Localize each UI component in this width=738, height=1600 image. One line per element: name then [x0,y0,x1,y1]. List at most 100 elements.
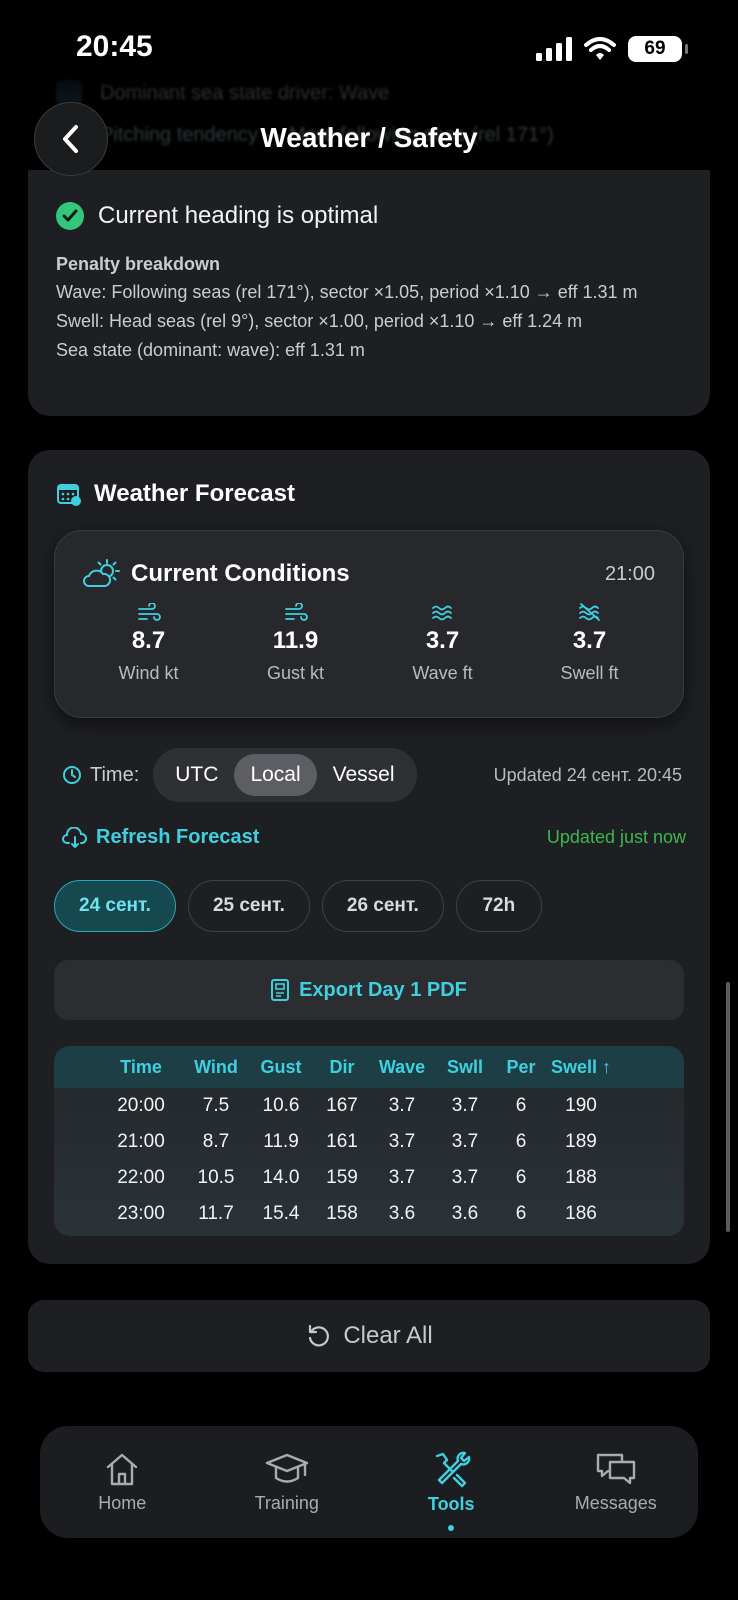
status-bar: 20:45 69 [0,0,738,100]
time-option-local[interactable]: Local [234,754,317,796]
forecast-card: Weather Forecast Current Conditions 21:0… [28,450,710,1264]
cell: 3.7 [451,1131,479,1152]
tab-training[interactable]: Training [217,1451,357,1514]
time-zone-row: Time: UTC Local Vessel Updated 24 сент. … [62,748,682,802]
col-per[interactable]: Per [496,1057,546,1078]
table-row: 22:00 10.5 14.0 159 3.7 3.7 6 188 [54,1160,684,1196]
swell-value: 3.7 [572,627,607,654]
cell: 11.7 [198,1203,234,1224]
col-wind[interactable]: Wind [184,1057,248,1078]
document-icon [271,979,290,1001]
table-header: Time Wind Gust Dir Wave Swll Per Swell ↑ [54,1046,684,1088]
clear-all-button[interactable]: Clear All [28,1300,710,1372]
cell: 3.7 [388,1095,416,1116]
tab-messages[interactable]: Messages [546,1451,686,1514]
refresh-forecast-label: Refresh Forecast [96,826,260,848]
cell: 7.5 [202,1095,230,1116]
time-label: Time: [62,764,139,787]
cell: 6 [515,1167,527,1188]
cell: 10.6 [262,1095,300,1116]
tools-icon [436,1451,471,1487]
forecast-header: Weather Forecast [56,480,295,508]
metrics-row: 8.7 Wind kt 11.9 Gust kt 3.7 Wave ft 3.7… [75,603,663,684]
cell: 186 [565,1203,597,1224]
gust-icon [284,603,308,621]
check-circle-icon [56,202,84,230]
swell-label: Swell ft [560,663,619,683]
current-conditions-time: 21:00 [604,563,655,585]
cell: 23:00 [117,1203,165,1224]
cell: 21:00 [117,1131,165,1152]
cell: 189 [565,1131,597,1152]
forecast-title: Weather Forecast [94,480,295,507]
table-row: 21:00 8.7 11.9 161 3.7 3.7 6 189 [54,1124,684,1160]
calendar-icon [57,484,81,506]
clock-icon [63,766,81,784]
current-conditions-header: Current Conditions [83,559,350,589]
refresh-forecast-button[interactable]: Refresh Forecast [62,826,259,849]
metric-gust: 11.9 Gust kt [222,603,369,684]
current-conditions: Current Conditions 21:00 8.7 Wind kt 11.… [54,530,684,718]
day-chip-72h[interactable]: 72h [455,880,542,932]
time-label-text: Time: [90,763,140,786]
cell: 3.7 [451,1095,479,1116]
col-swell-dir[interactable]: Swell ↑ [546,1057,616,1078]
cell: 190 [565,1095,597,1116]
signal-icon [536,37,572,61]
col-gust[interactable]: Gust [248,1057,314,1078]
active-tab-indicator [448,1524,455,1531]
export-pdf-button[interactable]: Export Day 1 PDF [54,960,684,1020]
home-icon [107,1453,138,1485]
messages-icon [596,1453,635,1484]
cell: 167 [326,1095,358,1116]
wind-value: 8.7 [131,627,166,654]
clear-all-label: Clear All [343,1322,433,1349]
day-chip-25[interactable]: 25 сент. [187,880,310,932]
col-swll[interactable]: Swll [434,1057,496,1078]
export-pdf-label: Export Day 1 PDF [299,978,467,1001]
wifi-icon [584,37,616,60]
metric-wave: 3.7 Wave ft [369,603,516,684]
status-icons: 69 [536,36,688,62]
cell: 3.7 [388,1131,416,1152]
cell: 20:00 [117,1095,165,1116]
updated-now-text: Updated just now [546,827,686,847]
cell: 10.5 [197,1167,235,1188]
day-chip-26[interactable]: 26 сент. [321,880,444,932]
cell: 6 [515,1131,527,1152]
col-dir[interactable]: Dir [314,1057,370,1078]
tab-home[interactable]: Home [52,1451,192,1514]
gust-value: 11.9 [272,627,319,654]
current-conditions-title: Current Conditions [131,560,350,587]
battery-icon: 69 [628,36,688,62]
gust-label: Gust kt [266,663,324,683]
tab-tools[interactable]: Tools [381,1450,521,1531]
wave-value: 3.7 [425,627,460,654]
day-chip-24[interactable]: 24 сент. [54,880,176,932]
optimal-status: Current heading is optimal [56,202,378,230]
tab-tools-label: Tools [427,1493,475,1514]
col-time[interactable]: Time [98,1057,184,1078]
day-chips: 24 сент. 25 сент. 26 сент. 72h [54,880,542,932]
cell: 6 [515,1203,527,1224]
col-wave[interactable]: Wave [370,1057,434,1078]
cell: 8.7 [202,1131,230,1152]
heading-card: Current heading is optimal Penalty break… [28,170,710,416]
cell: 15.4 [262,1203,300,1224]
scrollbar[interactable] [726,982,730,1232]
time-option-utc[interactable]: UTC [159,754,234,796]
cell: 6 [515,1095,527,1116]
penalty-title: Penalty breakdown [56,254,221,274]
updated-date: Updated 24 сент. 20:45 [493,764,682,785]
tab-messages-label: Messages [574,1492,657,1513]
cell: 159 [326,1167,358,1188]
cell: 14.0 [262,1167,300,1188]
wind-label: Wind kt [118,663,179,683]
metric-wind: 8.7 Wind kt [75,603,222,684]
optimal-text: Current heading is optimal [98,202,379,229]
time-option-vessel[interactable]: Vessel [317,754,411,796]
forecast-table: Time Wind Gust Dir Wave Swll Per Swell ↑… [54,1046,684,1236]
cell: 158 [326,1203,358,1224]
penalty-breakdown: Penalty breakdown Wave: Following seas (… [56,252,686,367]
table-row: 23:00 11.7 15.4 158 3.6 3.6 6 186 [54,1196,684,1232]
